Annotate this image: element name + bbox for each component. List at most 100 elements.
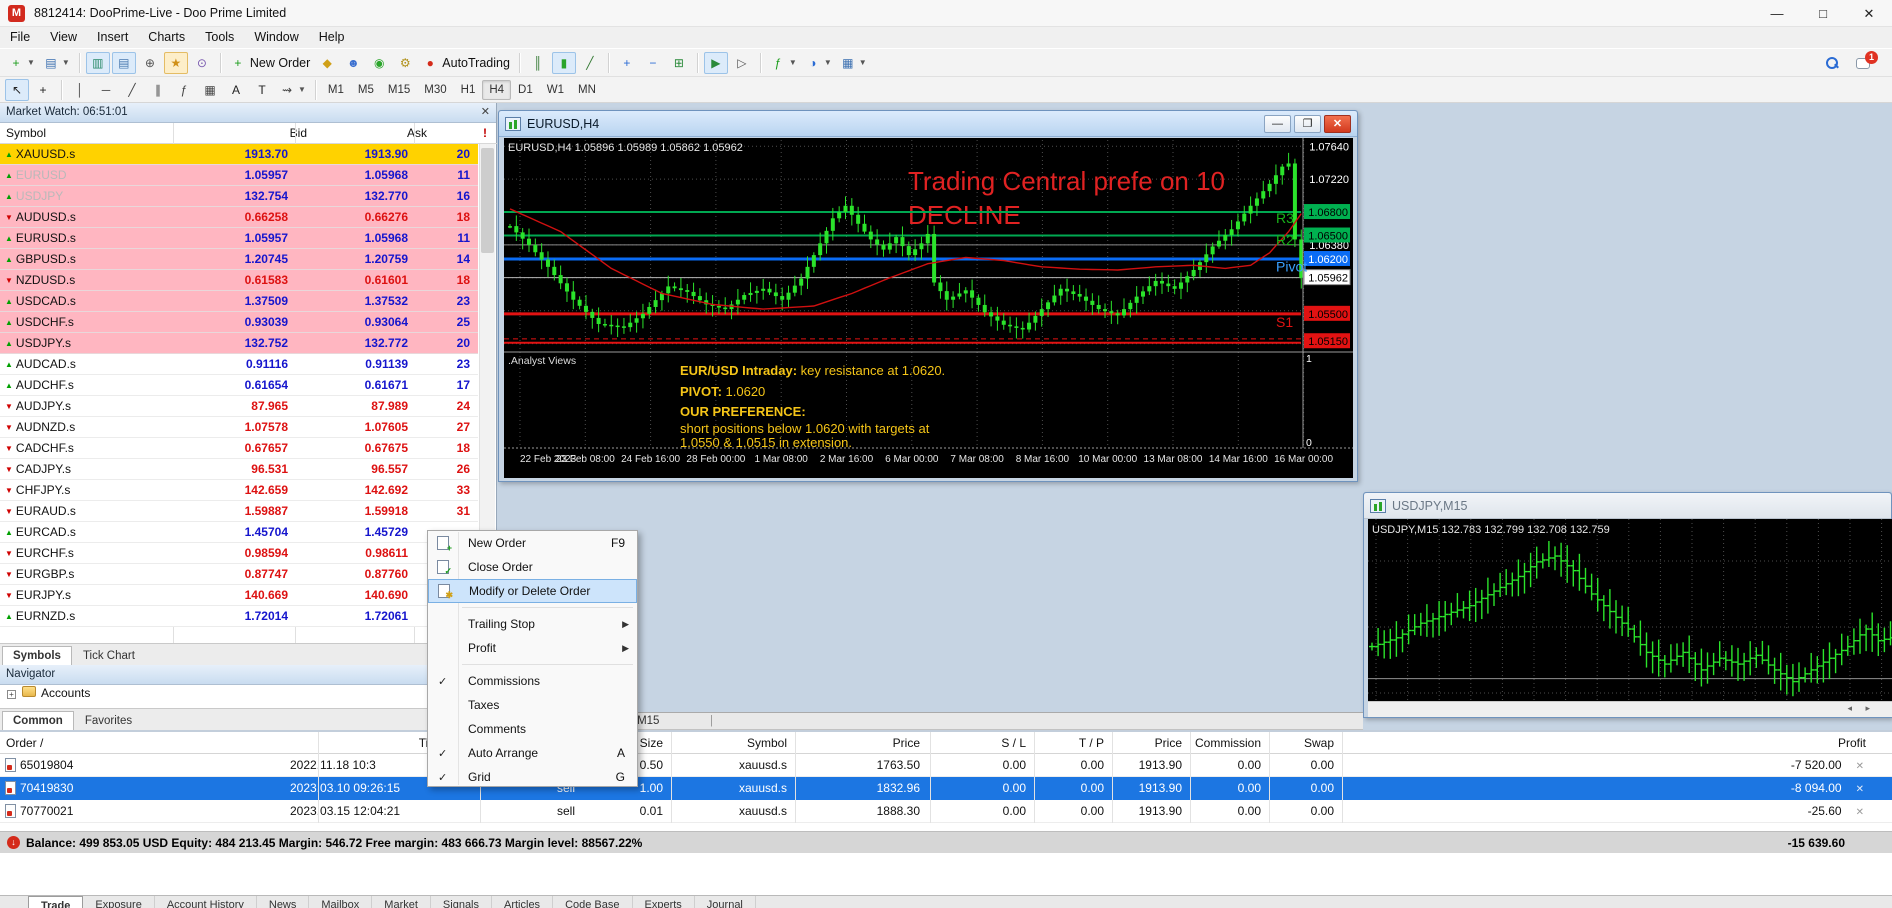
timeframe-button-m30[interactable]: M30 [417, 80, 453, 100]
terminal-tab-exposure[interactable]: Exposure [83, 896, 154, 908]
trendline-button[interactable]: ╱ [120, 79, 144, 101]
cursor-button[interactable]: ↖ [5, 79, 29, 101]
menu-item-charts[interactable]: Charts [138, 27, 195, 47]
market-watch-row[interactable]: ▲USDCAD.s1.375091.3753223 [0, 291, 478, 312]
profiles-button[interactable]: ▤▼ [40, 52, 73, 74]
tab-tick-chart[interactable]: Tick Chart [72, 646, 146, 665]
close-order-icon[interactable]: ✕ [1856, 761, 1864, 772]
horizontal-line-button[interactable]: ─ [94, 79, 118, 101]
menu-item-view[interactable]: View [40, 27, 87, 47]
ask-column-header[interactable]: Ask [407, 126, 427, 140]
context-menu-item-grid[interactable]: ✓GridG [428, 765, 637, 789]
timeframe-button-h1[interactable]: H1 [454, 80, 483, 100]
tab-favorites[interactable]: Favorites [74, 711, 143, 730]
context-menu-item-taxes[interactable]: Taxes [428, 693, 637, 717]
chart-close-button[interactable]: ✕ [1324, 115, 1351, 133]
spread-column-header[interactable]: ! [483, 126, 487, 140]
terminal-tab-experts[interactable]: Experts [633, 896, 695, 908]
chart-window-eurusd[interactable]: EURUSD,H4 — ❐ ✕ 22 Feb 202323 Feb 08:002… [498, 110, 1358, 482]
context-menu-item-profit[interactable]: Profit▶ [428, 636, 637, 660]
current-price-column-header[interactable]: Price [1155, 736, 1182, 750]
market-watch-row[interactable]: ▼CADJPY.s96.53196.55726 [0, 459, 478, 480]
context-menu-item-close-order[interactable]: ✓Close Order [428, 555, 637, 579]
context-menu-item-commissions[interactable]: ✓Commissions [428, 669, 637, 693]
order-row[interactable]: 707700212023.03.15 12:04:21sell0.01xauus… [0, 800, 1892, 823]
market-watch-row[interactable]: ▲USDJPY132.754132.77016 [0, 186, 478, 207]
auto-scroll-button[interactable]: ▶ [704, 52, 728, 74]
market-watch-row[interactable]: ▲AUDCHF.s0.616540.6167117 [0, 375, 478, 396]
market-watch-row[interactable]: ▲GBPUSD.s1.207451.2075914 [0, 249, 478, 270]
market-watch-row[interactable]: ▼AUDNZD.s1.075781.0760527 [0, 417, 478, 438]
metaeditor-button[interactable]: ◆ [315, 52, 339, 74]
market-watch-row[interactable]: ▲XAUUSD.s1913.701913.9020 [0, 144, 478, 165]
symbol-column-header[interactable]: Symbol [6, 126, 46, 140]
scroll-left-icon[interactable]: ◂ [1847, 703, 1852, 714]
maximize-button[interactable]: □ [1800, 0, 1846, 27]
timeframe-button-m5[interactable]: M5 [351, 80, 381, 100]
chart-scrollbar[interactable]: ◂ ▸ [1368, 701, 1892, 717]
fibonacci-button[interactable]: ƒ [172, 79, 196, 101]
market-watch-row[interactable]: ▼AUDJPY.s87.96587.98924 [0, 396, 478, 417]
market-watch-row[interactable]: ▲USDCHF.s0.930390.9306425 [0, 312, 478, 333]
swap-column-header[interactable]: Swap [1304, 736, 1334, 750]
signals-button[interactable]: ◉ [367, 52, 391, 74]
channel-button[interactable]: ∥ [146, 79, 170, 101]
periods-button[interactable]: ◑▼ [802, 52, 835, 74]
order-column-header[interactable]: Order / [6, 736, 43, 750]
candlestick-chart-button[interactable]: ▮ [552, 52, 576, 74]
chart-window-usdjpy[interactable]: USDJPY,M15 USDJPY,M15 132.783 132.799 13… [1363, 492, 1892, 718]
tab-common[interactable]: Common [2, 711, 74, 730]
market-watch-row[interactable]: ▲EURNZD.s1.720141.72061 [0, 606, 478, 627]
timeframe-button-m15[interactable]: M15 [381, 80, 417, 100]
close-order-icon[interactable]: ✕ [1856, 784, 1864, 795]
terminal-tab-code-base[interactable]: Code Base [553, 896, 632, 908]
chart-shift-button[interactable]: ▷ [730, 52, 754, 74]
context-menu-item-modify-or-delete-order[interactable]: ✱Modify or Delete Order [428, 579, 637, 603]
label-button[interactable]: T [250, 79, 274, 101]
commission-column-header[interactable]: Commission [1195, 736, 1261, 750]
market-watch-row[interactable]: ▲AUDCAD.s0.911160.9113923 [0, 354, 478, 375]
market-watch-close-icon[interactable]: ✕ [481, 105, 490, 118]
strategy-tester-button[interactable]: ⊙ [190, 52, 214, 74]
menu-item-tools[interactable]: Tools [195, 27, 244, 47]
terminal-tab-mailbox[interactable]: Mailbox [309, 896, 372, 908]
timeframe-button-h4[interactable]: H4 [482, 80, 511, 100]
settings-button[interactable]: ⚙ [393, 52, 417, 74]
expander-icon[interactable]: + [7, 690, 16, 699]
templates-button[interactable]: ▦▼ [837, 52, 870, 74]
price-column-header[interactable]: Price [893, 736, 920, 750]
zoom-in-button[interactable]: + [615, 52, 639, 74]
terminal-tab-signals[interactable]: Signals [431, 896, 492, 908]
context-menu-item-new-order[interactable]: +New OrderF9 [428, 531, 637, 555]
search-icon[interactable] [1824, 55, 1840, 71]
order-row[interactable]: 650198042022.11.18 10:30.50xauusd.s1763.… [0, 754, 1892, 777]
vertical-line-button[interactable]: │ [68, 79, 92, 101]
line-chart-button[interactable]: ╱ [578, 52, 602, 74]
market-watch-row[interactable]: ▲EURUSD.s1.059571.0596811 [0, 228, 478, 249]
new-order-button[interactable]: +New Order [227, 52, 313, 74]
terminal-tab-articles[interactable]: Articles [492, 896, 553, 908]
community-button[interactable]: ☻ [341, 52, 365, 74]
bid-column-header[interactable]: Bid [290, 126, 307, 140]
market-watch-row[interactable]: ▼NZDUSD.s0.615830.6160118 [0, 270, 478, 291]
timeframe-button-mn[interactable]: MN [571, 80, 603, 100]
autotrading-button[interactable]: ●AutoTrading [419, 52, 513, 74]
data-window-button[interactable]: ▤ [112, 52, 136, 74]
market-watch-row[interactable]: ▼EURCHF.s0.985940.98611 [0, 543, 478, 564]
bar-chart-button[interactable]: ║ [526, 52, 550, 74]
navigator-button[interactable]: ⊕ [138, 52, 162, 74]
menu-item-insert[interactable]: Insert [87, 27, 138, 47]
eurusd-chart-area[interactable]: 22 Feb 202323 Feb 08:0024 Feb 16:0028 Fe… [504, 138, 1353, 478]
chart-minimize-button[interactable]: — [1264, 115, 1291, 133]
market-watch-row[interactable]: ▼CHFJPY.s142.659142.69233 [0, 480, 478, 501]
tp-column-header[interactable]: T / P [1079, 736, 1104, 750]
arrows-button[interactable]: ⇝▼ [276, 79, 309, 101]
terminal-tab-account-history[interactable]: Account History [155, 896, 257, 908]
market-watch-row[interactable]: ▼EURAUD.s1.598871.5991831 [0, 501, 478, 522]
order-row[interactable]: 704198302023.03.10 09:26:15sell1.00xauus… [0, 777, 1892, 800]
menu-item-help[interactable]: Help [309, 27, 355, 47]
market-watch-row[interactable]: ▲EURCAD.s1.457041.45729 [0, 522, 478, 543]
terminal-tab-trade[interactable]: Trade [28, 896, 83, 908]
sl-column-header[interactable]: S / L [1001, 736, 1026, 750]
usdjpy-chart-area[interactable]: USDJPY,M15 132.783 132.799 132.708 132.7… [1368, 519, 1892, 701]
